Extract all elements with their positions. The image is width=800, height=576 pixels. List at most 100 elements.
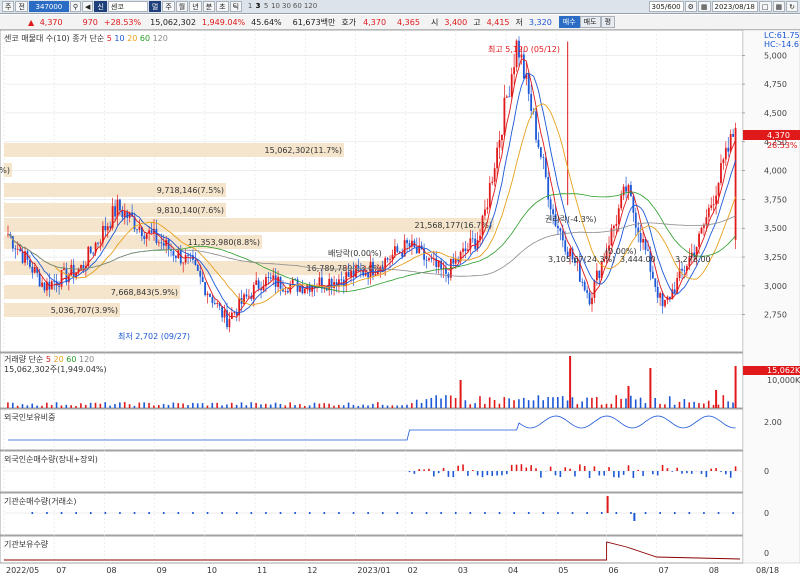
volume-value: 15,062,302 bbox=[150, 17, 196, 27]
volume-profile-label: 11,353,980(8.8%) bbox=[188, 238, 260, 247]
count-field[interactable]: 305/600 bbox=[648, 1, 684, 12]
volume-bar bbox=[342, 405, 345, 408]
grid-icon[interactable]: ▦ bbox=[772, 1, 786, 12]
volume-bar bbox=[591, 397, 593, 408]
high-label: 고 bbox=[473, 17, 481, 27]
candle-body bbox=[540, 147, 542, 158]
foreign-net-bar bbox=[564, 467, 567, 471]
candle-body bbox=[520, 54, 523, 58]
date-field[interactable]: 2023/08/18 bbox=[711, 1, 758, 12]
inst-net-bar bbox=[673, 512, 676, 514]
volume-bar bbox=[255, 402, 257, 408]
inst-net-bar bbox=[633, 513, 636, 521]
candle-body bbox=[639, 233, 642, 243]
interval-button-60[interactable]: 60 bbox=[292, 1, 303, 12]
stock-chart[interactable]: 15,062,302(11.7%) 0(0.0%) 9,718,146(7.5%) 9… bbox=[0, 30, 800, 576]
volume-bar bbox=[435, 395, 437, 408]
volume-bar bbox=[484, 403, 486, 408]
candle-body bbox=[681, 268, 683, 271]
prev-icon[interactable]: ◀ bbox=[82, 1, 94, 12]
foreign-net-bar bbox=[491, 471, 494, 476]
candle-body bbox=[274, 275, 277, 287]
interval-button-10[interactable]: 10 bbox=[270, 1, 281, 12]
period-button-2[interactable]: 년 bbox=[189, 1, 202, 12]
candle-body bbox=[683, 270, 686, 272]
interval-button-5[interactable]: 5 bbox=[262, 1, 270, 12]
event-annotation: (0.00%) bbox=[605, 247, 637, 256]
candle-body bbox=[145, 233, 148, 239]
ma-period-60: 60 bbox=[140, 34, 153, 43]
volume-bar bbox=[557, 397, 559, 408]
candle-body bbox=[291, 279, 294, 284]
candle-body bbox=[386, 258, 389, 260]
candle-body bbox=[248, 295, 250, 297]
candle-body bbox=[591, 297, 593, 305]
settings-icon[interactable]: ⚙ bbox=[684, 1, 697, 12]
inst-net-bar bbox=[571, 512, 574, 514]
candle-body bbox=[199, 270, 202, 277]
sell-button[interactable]: 매도 bbox=[579, 16, 601, 28]
candle-body bbox=[508, 96, 511, 98]
inst-net-bar bbox=[703, 512, 705, 514]
candle-body bbox=[114, 206, 116, 217]
ask-price: 4,365 bbox=[397, 17, 420, 27]
volume-bar bbox=[445, 395, 447, 408]
candle-body bbox=[627, 185, 630, 192]
interval-button-30[interactable]: 30 bbox=[281, 1, 292, 12]
search-icon[interactable]: ⚲ bbox=[69, 1, 82, 12]
candle-body bbox=[41, 282, 43, 287]
volume-bar bbox=[734, 366, 737, 408]
volume-bar bbox=[187, 405, 189, 408]
refresh-icon[interactable]: ↻ bbox=[786, 1, 798, 12]
candle-body bbox=[561, 231, 564, 241]
multi-tag[interactable]: 멀 bbox=[148, 1, 162, 12]
volume-bar bbox=[712, 404, 715, 408]
period-button-5[interactable]: 틱 bbox=[229, 1, 243, 12]
calendar-icon[interactable]: ▦ bbox=[697, 1, 711, 12]
inst-net-bar bbox=[308, 512, 311, 514]
volume-bar bbox=[240, 402, 243, 408]
interval-button-3[interactable]: 3 bbox=[254, 1, 262, 12]
other-button[interactable]: 평 bbox=[600, 16, 616, 28]
current-price: ▲ 4,370 bbox=[0, 18, 69, 27]
foreign-net-bar bbox=[652, 471, 654, 475]
interval-button-120[interactable]: 120 bbox=[303, 1, 318, 12]
candle-body bbox=[700, 227, 703, 234]
interval-button-1[interactable]: 1 bbox=[246, 1, 254, 12]
volume-bar bbox=[99, 403, 102, 408]
period-button-4[interactable]: 초 bbox=[216, 1, 229, 12]
candle-body bbox=[289, 283, 292, 293]
market-select[interactable]: 전 bbox=[15, 1, 28, 12]
foreign-net-bar bbox=[637, 469, 640, 471]
period-button-3[interactable]: 분 bbox=[202, 1, 216, 12]
volume-bar bbox=[683, 399, 686, 408]
volume-bar bbox=[50, 405, 53, 408]
volume-panel-name: 거래량 bbox=[4, 354, 29, 364]
time-tick-label: 03 bbox=[458, 566, 468, 575]
candle-body bbox=[345, 272, 348, 287]
candle-body bbox=[484, 209, 486, 216]
candle-body bbox=[136, 229, 138, 231]
volume-bar bbox=[153, 405, 155, 408]
volume-bar bbox=[192, 402, 194, 408]
inst-net-bar bbox=[425, 512, 428, 514]
candle-body bbox=[705, 217, 708, 225]
candle-body bbox=[138, 226, 141, 230]
candle-body bbox=[501, 134, 503, 141]
candle-body bbox=[488, 183, 491, 208]
inst-net-bar bbox=[440, 512, 442, 514]
calendar-picker-icon[interactable]: □ bbox=[758, 1, 772, 12]
period-button-0[interactable]: 주 bbox=[162, 1, 175, 12]
period-button-1[interactable]: 월 bbox=[175, 1, 189, 12]
menu-button[interactable]: 주 bbox=[2, 1, 15, 12]
foreign-net-bar bbox=[627, 465, 630, 471]
inst-net-bar bbox=[206, 512, 209, 514]
stock-code-input[interactable]: 347000 bbox=[28, 1, 69, 12]
interval-buttons: 1 3 5 10 30 60 120 bbox=[246, 1, 318, 12]
candle-body bbox=[510, 74, 513, 97]
candle-body bbox=[308, 284, 311, 292]
candle-body bbox=[255, 280, 258, 285]
buy-button[interactable]: 매수 bbox=[558, 16, 580, 28]
volume-bar bbox=[16, 405, 19, 408]
foreign-net-bar bbox=[617, 471, 620, 478]
